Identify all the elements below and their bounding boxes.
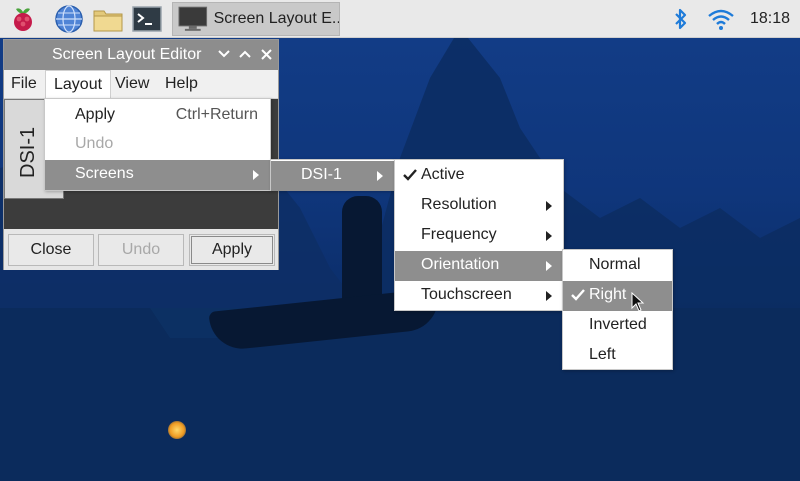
screens-submenu: DSI-1 (270, 159, 395, 191)
window-titlebar[interactable]: Screen Layout Editor (4, 40, 278, 70)
menu-item-screens-label: Screens (75, 165, 134, 182)
taskbar-window-button[interactable]: Screen Layout E.. (172, 2, 340, 36)
menu-file[interactable]: File (11, 75, 37, 93)
dsi-1-submenu: Active Resolution Frequency Orientation … (394, 159, 564, 311)
chevron-right-icon (546, 291, 552, 301)
menu-item-left[interactable]: Left (563, 341, 672, 371)
menu-item-undo-label: Undo (75, 135, 114, 152)
minimize-icon[interactable] (216, 46, 232, 62)
lantern-light (168, 421, 186, 439)
menu-item-left-label: Left (589, 346, 616, 363)
menu-help[interactable]: Help (165, 75, 198, 93)
menu-item-frequency-label: Frequency (421, 226, 497, 243)
menu-item-resolution[interactable]: Resolution (395, 191, 563, 221)
taskbar: Screen Layout E.. 18:18 (0, 0, 800, 38)
bluetooth-icon[interactable] (664, 3, 698, 35)
menu-item-normal[interactable]: Normal (563, 251, 672, 281)
chevron-right-icon (546, 231, 552, 241)
apply-button[interactable]: Apply (189, 234, 275, 266)
menu-item-dsi-1[interactable]: DSI-1 (271, 161, 394, 191)
menubar: File Layout View Help (4, 70, 278, 99)
menu-item-touchscreen[interactable]: Touchscreen (395, 281, 563, 311)
menu-item-screens[interactable]: Screens (45, 160, 270, 190)
menu-item-active[interactable]: Active (395, 161, 563, 191)
menu-item-touchscreen-label: Touchscreen (421, 286, 512, 303)
checkmark-icon (403, 169, 417, 181)
chevron-right-icon (546, 201, 552, 211)
close-button[interactable]: Close (8, 234, 94, 266)
menu-item-right[interactable]: Right (563, 281, 672, 311)
menu-item-apply-label: Apply (75, 106, 116, 123)
button-row: Close Undo Apply (4, 229, 278, 270)
taskbar-window-label: Screen Layout E.. (213, 10, 339, 27)
menu-item-active-label: Active (421, 166, 465, 183)
checkmark-icon (571, 289, 585, 301)
menu-item-apply[interactable]: Apply Ctrl+Return (45, 101, 270, 131)
chevron-right-icon (377, 171, 383, 181)
menu-item-orientation-label: Orientation (421, 256, 500, 273)
screen-tile-label: DSI-1 (17, 126, 39, 178)
file-manager-icon[interactable] (91, 3, 125, 35)
mouse-cursor-icon (631, 292, 645, 312)
maximize-icon[interactable] (237, 46, 253, 62)
orientation-submenu: Normal Right Inverted Left (562, 249, 673, 370)
wifi-icon[interactable] (704, 3, 738, 35)
layout-dropdown-menu: Apply Ctrl+Return Undo Screens (44, 98, 271, 191)
terminal-icon[interactable] (130, 3, 164, 35)
menu-item-inverted[interactable]: Inverted (563, 311, 672, 341)
menu-item-undo[interactable]: Undo (45, 130, 270, 160)
menu-item-normal-label: Normal (589, 256, 641, 273)
close-icon[interactable] (258, 46, 274, 62)
undo-button[interactable]: Undo (98, 234, 184, 266)
menu-item-orientation[interactable]: Orientation (395, 251, 563, 281)
apply-shortcut: Ctrl+Return (175, 106, 258, 123)
chevron-right-icon (253, 170, 259, 180)
menu-item-frequency[interactable]: Frequency (395, 221, 563, 251)
raspberry-pi-menu-icon[interactable] (6, 3, 40, 35)
clock[interactable]: 18:18 (750, 10, 790, 28)
menu-item-dsi-1-label: DSI-1 (301, 166, 342, 183)
chevron-right-icon (546, 261, 552, 271)
menu-view[interactable]: View (115, 75, 149, 93)
web-browser-icon[interactable] (52, 3, 86, 35)
menu-item-resolution-label: Resolution (421, 196, 497, 213)
menu-layout[interactable]: Layout (45, 70, 112, 99)
menu-item-right-label: Right (589, 286, 627, 303)
window-title: Screen Layout Editor (52, 46, 202, 63)
monitor-icon (178, 6, 208, 31)
menu-item-inverted-label: Inverted (589, 316, 647, 333)
